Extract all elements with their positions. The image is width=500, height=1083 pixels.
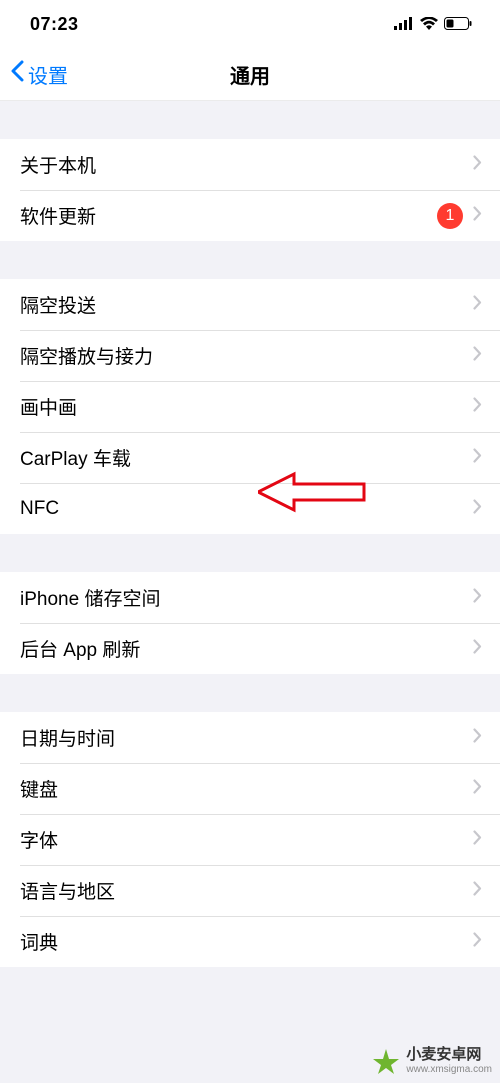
chevron-right-icon [473,345,482,367]
battery-icon [444,14,472,35]
row-label: 软件更新 [20,202,437,229]
chevron-right-icon [473,205,482,227]
chevron-left-icon [10,60,24,88]
row-nfc[interactable]: NFC [0,483,500,534]
row-label: 关于本机 [20,151,473,178]
status-time: 07:23 [30,14,79,35]
row-software-update[interactable]: 软件更新 1 [0,190,500,241]
row-label: 隔空投送 [20,291,473,318]
row-airplay-handoff[interactable]: 隔空播放与接力 [0,330,500,381]
settings-group: iPhone 储存空间 后台 App 刷新 [0,572,500,674]
row-label: iPhone 储存空间 [20,584,473,611]
row-language-and-region[interactable]: 语言与地区 [0,865,500,916]
row-about[interactable]: 关于本机 [0,139,500,190]
row-airdrop[interactable]: 隔空投送 [0,279,500,330]
watermark-sub: www.xmsigma.com [406,1064,492,1076]
status-bar: 07:23 [0,0,500,48]
chevron-right-icon [473,154,482,176]
nav-bar: 设置 通用 [0,48,500,101]
cellular-signal-icon [394,14,414,35]
row-picture-in-picture[interactable]: 画中画 [0,381,500,432]
row-label: 键盘 [20,775,473,802]
chevron-right-icon [473,498,482,520]
settings-group: 日期与时间 键盘 字体 语言与地区 词典 [0,712,500,967]
settings-group: 隔空投送 隔空播放与接力 画中画 CarPlay 车载 NFC [0,279,500,534]
status-icons [394,14,472,35]
row-label: 日期与时间 [20,724,473,751]
chevron-right-icon [473,447,482,469]
row-iphone-storage[interactable]: iPhone 储存空间 [0,572,500,623]
row-label: CarPlay 车载 [20,444,473,471]
wifi-icon [420,14,438,35]
settings-group: 关于本机 软件更新 1 [0,139,500,241]
page-title: 通用 [230,60,270,89]
chevron-right-icon [473,587,482,609]
watermark-text: 小麦安卓网 www.xmsigma.com [406,1046,492,1075]
watermark-main: 小麦安卓网 [406,1046,492,1063]
chevron-right-icon [473,778,482,800]
chevron-right-icon [473,396,482,418]
row-carplay[interactable]: CarPlay 车载 [0,432,500,483]
chevron-right-icon [473,727,482,749]
watermark: 小麦安卓网 www.xmsigma.com [372,1046,492,1075]
back-button[interactable]: 设置 [0,60,68,89]
row-fonts[interactable]: 字体 [0,814,500,865]
row-label: 词典 [20,928,473,955]
row-date-and-time[interactable]: 日期与时间 [0,712,500,763]
chevron-right-icon [473,638,482,660]
chevron-right-icon [473,294,482,316]
back-label: 设置 [28,60,68,89]
row-label: 画中画 [20,393,473,420]
row-label: 字体 [20,826,473,853]
chevron-right-icon [473,931,482,953]
row-keyboard[interactable]: 键盘 [0,763,500,814]
watermark-logo-icon [372,1047,400,1075]
row-background-app-refresh[interactable]: 后台 App 刷新 [0,623,500,674]
chevron-right-icon [473,829,482,851]
row-label: 语言与地区 [20,877,473,904]
notification-badge: 1 [437,203,463,229]
row-label: 隔空播放与接力 [20,342,473,369]
row-label: 后台 App 刷新 [20,635,473,662]
row-dictionary[interactable]: 词典 [0,916,500,967]
row-label: NFC [20,498,473,520]
chevron-right-icon [473,880,482,902]
